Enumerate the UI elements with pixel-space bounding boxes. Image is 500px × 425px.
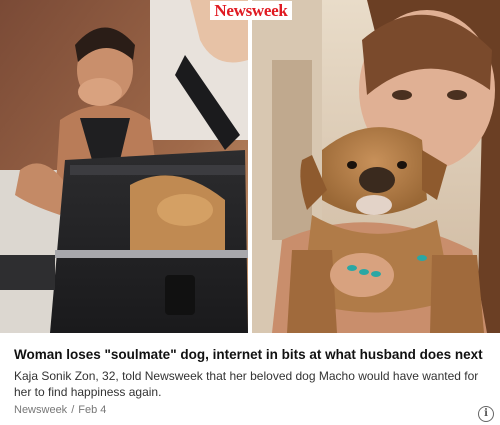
article-headline[interactable]: Woman loses "soulmate" dog, internet in … bbox=[14, 346, 490, 363]
article-image[interactable]: Newsweek bbox=[0, 0, 500, 333]
right-photo-woman-with-puppy bbox=[252, 0, 500, 333]
news-card[interactable]: Newsweek Woman loses "soulmate" dog, int… bbox=[0, 0, 500, 425]
info-icon[interactable]: i bbox=[478, 406, 494, 422]
article-meta: Newsweek / Feb 4 bbox=[14, 404, 106, 416]
newsweek-logo: Newsweek bbox=[210, 1, 292, 20]
meta-separator: / bbox=[71, 404, 75, 416]
article-summary: Kaja Sonik Zon, 32, told Newsweek that h… bbox=[14, 369, 479, 399]
article-date: Feb 4 bbox=[78, 404, 107, 416]
article-source[interactable]: Newsweek bbox=[14, 404, 67, 416]
left-photo-woman-crying-bag bbox=[0, 0, 248, 333]
